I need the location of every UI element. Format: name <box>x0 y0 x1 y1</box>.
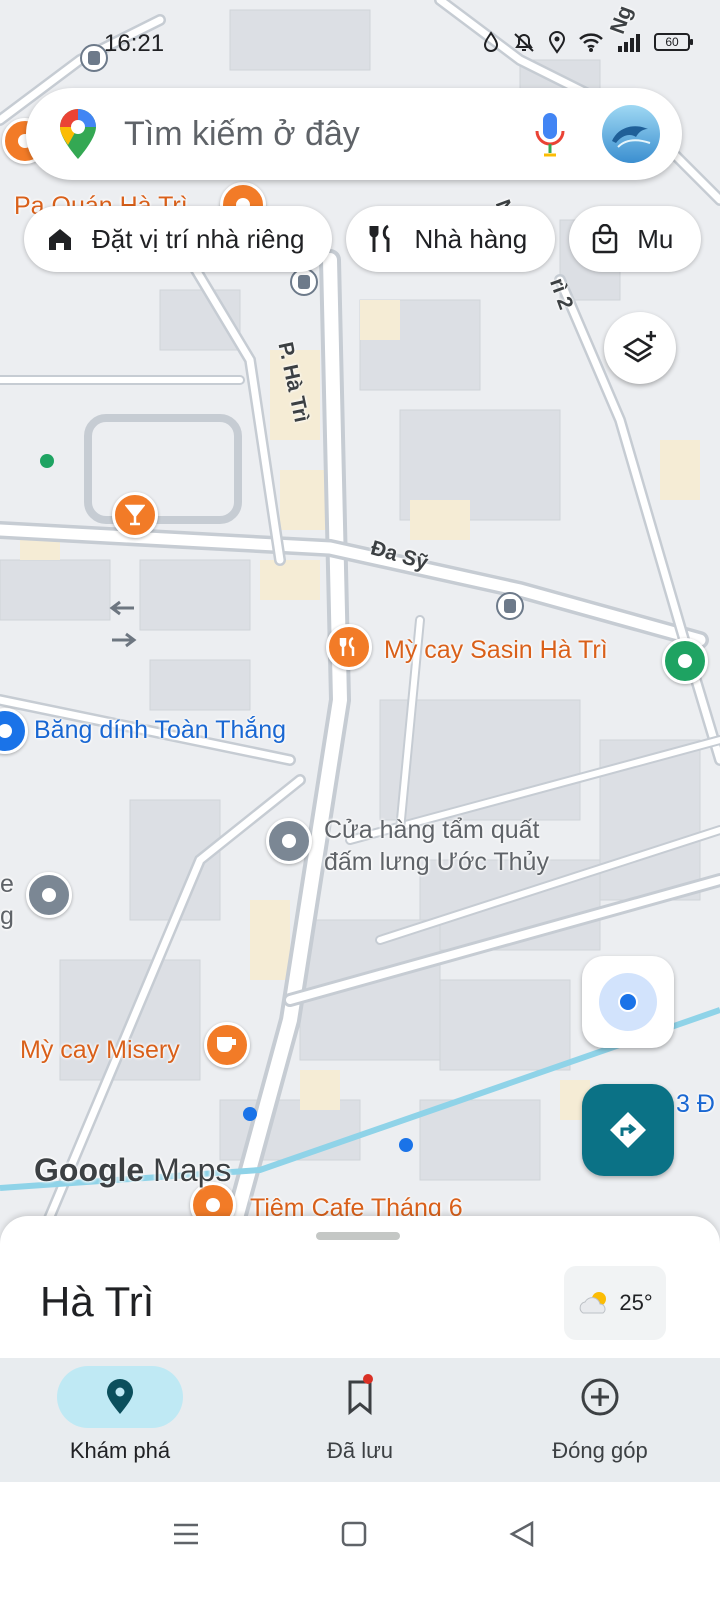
weather-chip[interactable]: 25° <box>564 1266 666 1340</box>
my-location-button[interactable] <box>582 956 674 1048</box>
shopping-bag-icon <box>592 224 618 254</box>
nav-explore-indicator <box>57 1366 183 1428</box>
transit-dot <box>243 1107 257 1121</box>
nav-contribute-indicator <box>537 1366 663 1428</box>
restaurant-pin-my-cay-sasin[interactable] <box>326 624 372 670</box>
add-circle-icon <box>581 1378 619 1416</box>
layers-plus-icon <box>622 331 656 363</box>
account-avatar[interactable] <box>602 105 660 163</box>
clock: 16:21 <box>104 30 165 57</box>
search-input[interactable]: Tìm kiếm ở đây <box>124 115 532 154</box>
home-square-icon[interactable] <box>340 1520 368 1548</box>
wifi-icon <box>579 33 603 52</box>
restaurant-icon <box>369 224 390 252</box>
chip-home-label: Đặt vị trí nhà riêng <box>92 223 305 254</box>
place-label-my-cay-sasin[interactable]: Mỳ cay Sasin Hà Trì <box>384 636 608 665</box>
place-label-left-edge-1[interactable]: e <box>0 868 14 900</box>
menu-icon[interactable] <box>172 1520 200 1548</box>
battery-icon: 60 <box>654 33 693 51</box>
bookmark-icon <box>348 1380 372 1416</box>
location-icon <box>548 31 566 54</box>
place-label-right-edge[interactable]: 3 Đ <box>676 1090 715 1119</box>
transit-dot <box>399 1138 413 1152</box>
category-chips: Đặt vị trí nhà riêng Nhà hàng Mu <box>24 206 702 272</box>
nav-saved[interactable]: Đã lưu <box>240 1358 480 1482</box>
coffee-cup-icon <box>217 1037 236 1052</box>
bottom-sheet[interactable]: Hà Trì 25° <box>0 1216 720 1358</box>
status-icons: 60 <box>482 30 693 54</box>
place-label-left-edge-2[interactable]: g <box>0 900 14 932</box>
nav-saved-label: Đã lưu <box>326 1438 394 1463</box>
signal-icon <box>618 34 640 52</box>
microphone-icon[interactable] <box>532 111 568 157</box>
back-triangle-icon[interactable] <box>508 1520 536 1548</box>
park-dot <box>40 454 54 468</box>
chip-shopping-label: Mu <box>637 223 674 254</box>
layers-button[interactable] <box>604 312 676 384</box>
dolphin-avatar-icon <box>612 126 651 148</box>
cafe-pin-misery[interactable] <box>204 1022 250 1068</box>
bus-stop-icon[interactable] <box>290 268 318 296</box>
system-navigation-bar <box>0 1482 720 1600</box>
directions-button[interactable] <box>582 1084 674 1176</box>
location-pin-icon <box>107 1379 133 1414</box>
search-bar[interactable]: Tìm kiếm ở đây <box>26 88 682 180</box>
mute-bell-icon <box>514 33 534 52</box>
maps-wordmark: Maps <box>153 1152 232 1188</box>
place-label-cua-hang-line1[interactable]: Cửa hàng tẩm quất <box>324 814 539 846</box>
place-label-bang-dinh[interactable]: Băng dính Toàn Thắng <box>34 716 286 745</box>
directions-icon <box>610 1112 646 1148</box>
bar-pin[interactable] <box>112 492 158 538</box>
bottom-navigation: Khám phá Đã lưu Đóng góp <box>0 1358 720 1482</box>
place-pin-gray[interactable] <box>266 818 312 864</box>
partly-cloudy-icon <box>580 1292 607 1314</box>
place-label-my-cay-misery[interactable]: Mỳ cay Misery <box>20 1036 180 1065</box>
nav-saved-indicator <box>297 1366 423 1428</box>
google-wordmark: Google <box>34 1152 145 1188</box>
nav-explore[interactable]: Khám phá <box>0 1358 240 1482</box>
drag-handle[interactable] <box>316 1232 400 1240</box>
chip-home[interactable]: Đặt vị trí nhà riêng <box>24 206 333 272</box>
nav-explore-label: Khám phá <box>69 1438 171 1463</box>
chip-shopping[interactable]: Mu <box>569 206 702 272</box>
notification-badge <box>363 1374 373 1384</box>
place-name: Hà Trì <box>40 1278 155 1325</box>
chip-restaurants-label: Nhà hàng <box>414 223 528 254</box>
chip-restaurants[interactable]: Nhà hàng <box>346 206 556 272</box>
my-location-icon <box>599 973 657 1031</box>
temperature: 25° <box>619 1290 653 1315</box>
status-bar: 16:21 60 <box>0 0 720 88</box>
drop-icon <box>483 31 499 52</box>
home-icon <box>49 229 71 250</box>
nav-contribute-label: Đóng góp <box>552 1438 648 1463</box>
place-label-cua-hang-line2[interactable]: đấm lưng Ước Thủy <box>324 846 549 878</box>
cocktail-icon <box>125 504 145 526</box>
google-maps-logo-icon <box>60 109 96 159</box>
place-pin-green[interactable] <box>662 638 708 684</box>
place-pin-gray-left[interactable] <box>26 872 72 918</box>
google-maps-watermark: Google Maps <box>34 1152 231 1189</box>
restaurant-icon <box>339 636 355 656</box>
map-view[interactable]: P. Hà Trì Đa Sỹ Ng rì 2 N Pa Quán Hà Trì… <box>0 0 720 1240</box>
bus-stop-icon[interactable] <box>496 592 524 620</box>
nav-contribute[interactable]: Đóng góp <box>480 1358 720 1482</box>
